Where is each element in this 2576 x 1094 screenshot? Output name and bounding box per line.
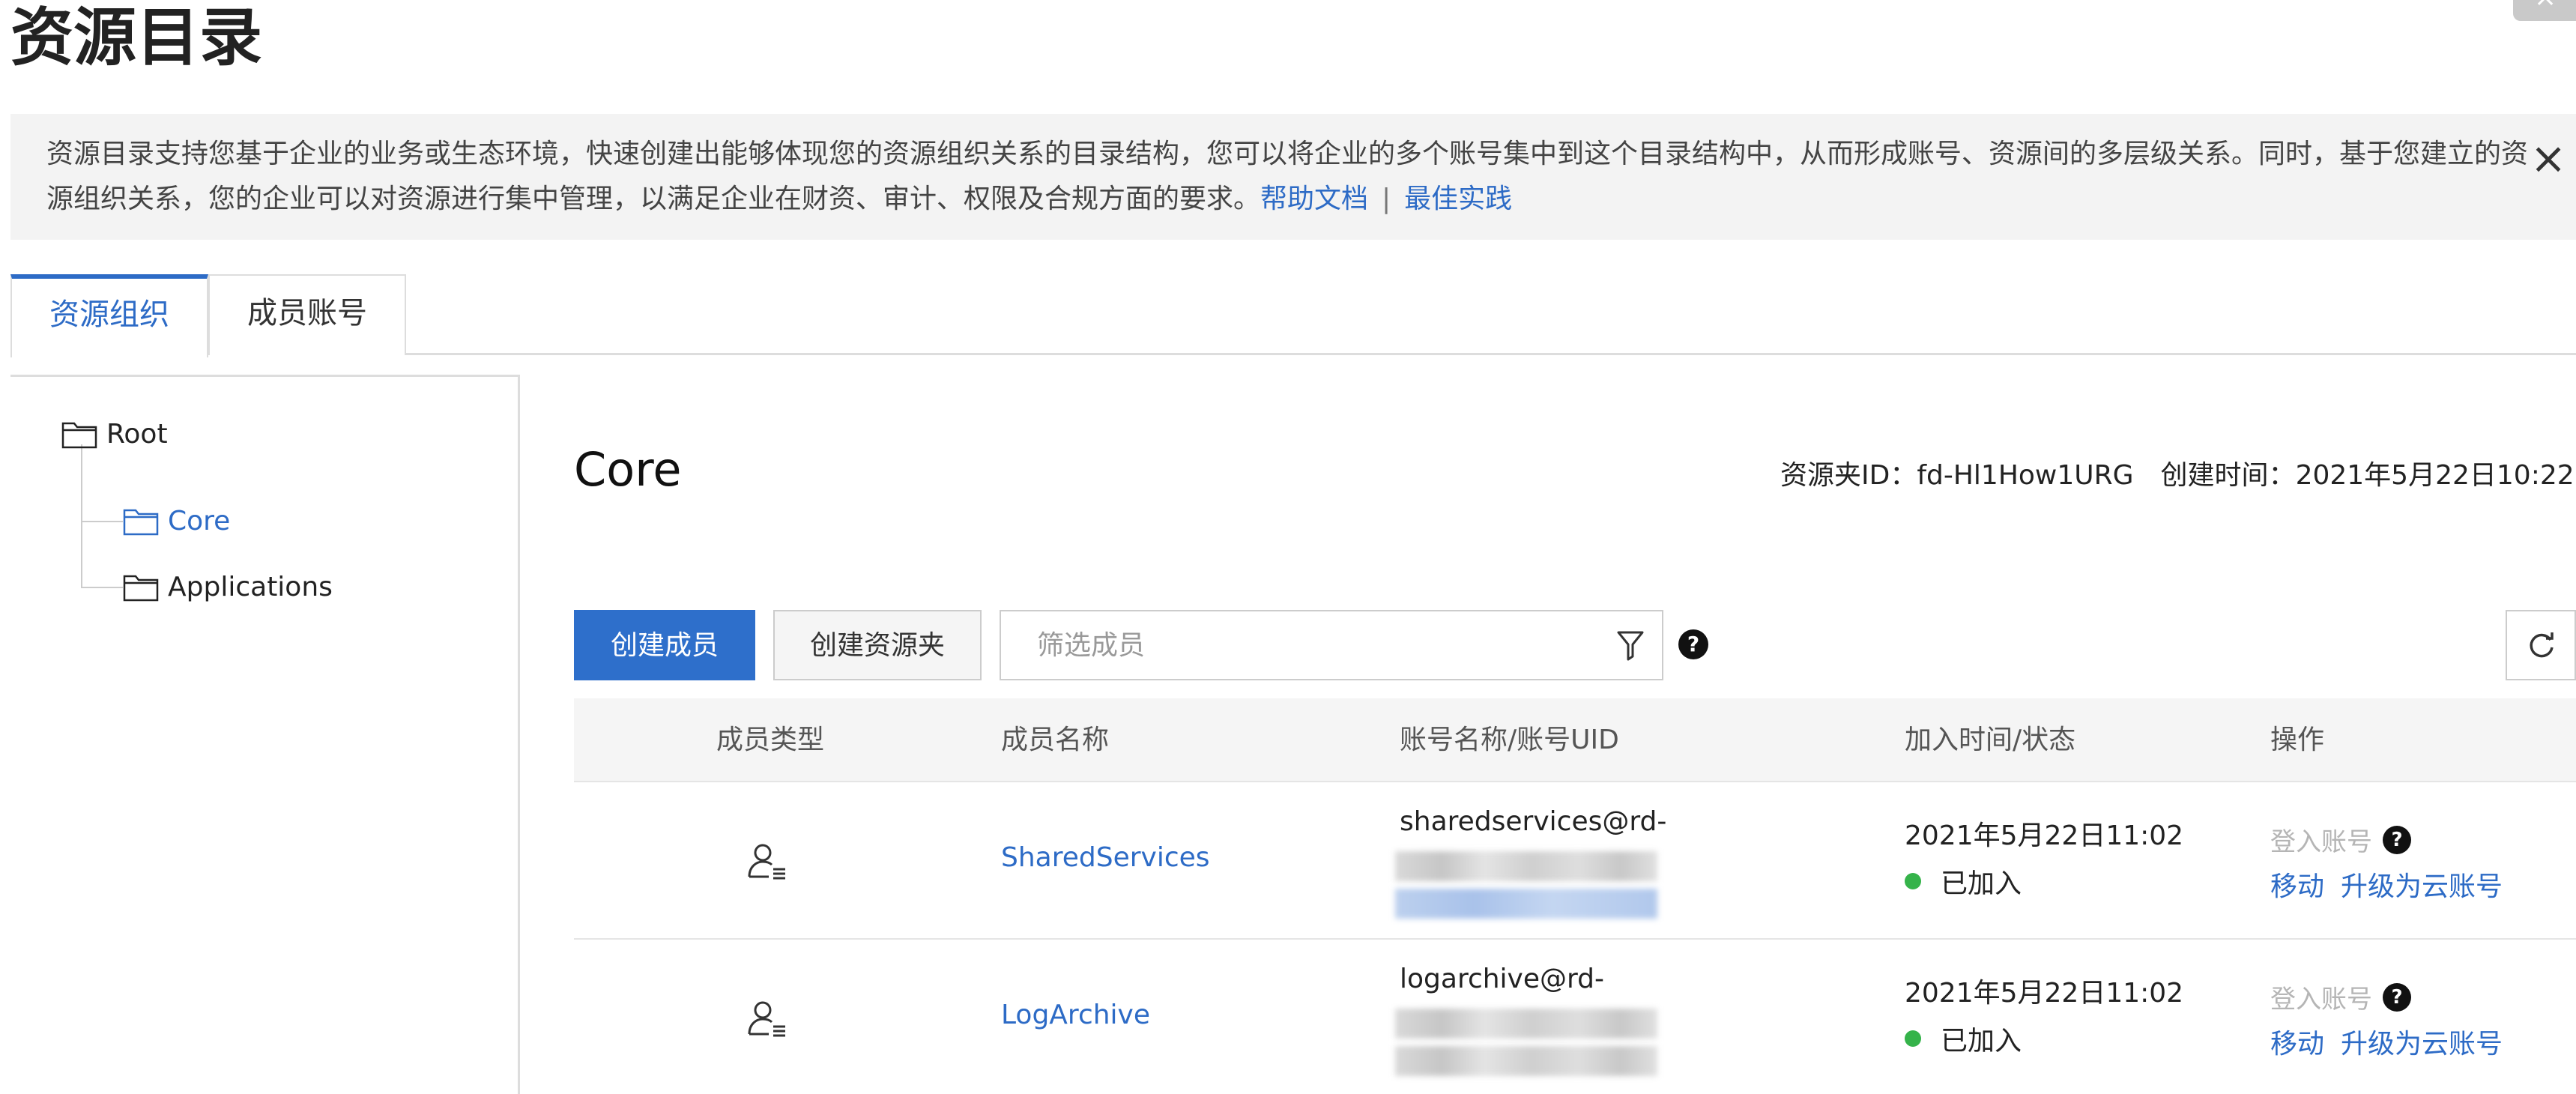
col-actions: 操作 xyxy=(2270,725,2325,755)
page-title: 资源目录 xyxy=(10,1,263,74)
account-cell: sharedservices@rd- xyxy=(1395,800,1669,923)
link-separator: | xyxy=(1382,184,1391,214)
help-icon[interactable]: ? xyxy=(1678,629,1708,659)
account-name: logarchive@rd- xyxy=(1400,964,1605,994)
tree-label-applications: Applications xyxy=(168,571,333,602)
refresh-icon xyxy=(2530,632,2554,658)
col-member-name: 成员名称 xyxy=(1001,725,1110,755)
member-filter-input[interactable] xyxy=(1003,613,1587,677)
row-actions: 移动 升级为云账号 xyxy=(2270,865,2519,904)
login-account-action[interactable]: 登入账号? xyxy=(2270,821,2411,858)
tree-node-root[interactable]: Root xyxy=(61,413,168,455)
login-account-action[interactable]: 登入账号? xyxy=(2270,979,2411,1015)
redacted-text xyxy=(1395,1009,1657,1039)
table-row: SharedServices sharedservices@rd- 2021年5… xyxy=(574,784,2576,940)
tab-bar: 资源组织 成员账号 xyxy=(10,274,2576,357)
help-icon[interactable]: ? xyxy=(2383,982,2411,1012)
window-close-button[interactable] xyxy=(2513,0,2576,21)
join-time: 2021年5月22日11:02 xyxy=(1905,820,2184,851)
refresh-button[interactable] xyxy=(2506,610,2576,680)
tree-node-core[interactable]: Core xyxy=(123,500,230,542)
user-list-icon xyxy=(748,844,785,880)
tree-label-root: Root xyxy=(106,418,168,450)
tree-label-core: Core xyxy=(168,505,231,537)
table-row: LogArchive logarchive@rd- 2021年5月22日11:0… xyxy=(574,941,2576,1094)
help-doc-link[interactable]: 帮助文档 xyxy=(1260,184,1368,214)
help-icon[interactable]: ? xyxy=(2383,825,2411,854)
folder-icon xyxy=(61,422,97,449)
redacted-uid xyxy=(1395,1046,1657,1076)
folder-id-value: fd-Hl1How1URG xyxy=(1917,460,2134,491)
created-value: 2021年5月22日10:22:20 xyxy=(2295,460,2576,491)
status-dot xyxy=(1905,1030,1921,1047)
tab-member-accounts[interactable]: 成员账号 xyxy=(208,274,406,355)
best-practice-link[interactable]: 最佳实践 xyxy=(1404,184,1512,214)
table-header: 成员类型 成员名称 账号名称/账号UID 加入时间/状态 操作 xyxy=(574,698,2576,782)
upgrade-link[interactable]: 升级为云账号 xyxy=(2341,1029,2503,1060)
created-label: 创建时间： xyxy=(2160,460,2296,491)
account-cell: logarchive@rd- xyxy=(1395,958,1669,1081)
folder-tree-panel: Root Core Applications xyxy=(10,375,520,1094)
col-account: 账号名称/账号UID xyxy=(1400,725,1619,755)
folder-open-icon xyxy=(123,509,159,536)
redacted-text xyxy=(1395,851,1657,881)
filter-icon[interactable] xyxy=(1615,629,1645,662)
create-folder-button[interactable]: 创建资源夹 xyxy=(773,610,982,680)
close-icon[interactable]: × xyxy=(2527,136,2570,180)
move-link[interactable]: 移动 xyxy=(2270,1029,2324,1060)
notice-text: 资源目录支持您基于企业的业务或生态环境，快速创建出能够体现您的资源组织关系的目录… xyxy=(46,132,2534,222)
member-filter-box xyxy=(1000,610,1663,680)
redacted-uid xyxy=(1395,889,1657,919)
create-member-button[interactable]: 创建成员 xyxy=(574,610,755,680)
folder-title: Core xyxy=(574,442,682,497)
folder-id-label: 资源夹ID： xyxy=(1780,460,1917,491)
login-label: 登入账号 xyxy=(2270,985,2372,1015)
row-actions: 移动 升级为云账号 xyxy=(2270,1022,2519,1061)
col-join-status: 加入时间/状态 xyxy=(1905,725,2076,755)
member-name-link[interactable]: SharedServices xyxy=(1001,842,1210,873)
col-member-type: 成员类型 xyxy=(716,725,825,755)
info-notice: 资源目录支持您基于企业的业务或生态环境，快速创建出能够体现您的资源组织关系的目录… xyxy=(10,114,2576,240)
member-name-link[interactable]: LogArchive xyxy=(1001,1000,1150,1030)
move-link[interactable]: 移动 xyxy=(2270,871,2324,902)
login-label: 登入账号 xyxy=(2270,827,2372,857)
tab-resource-org[interactable]: 资源组织 xyxy=(10,274,208,357)
folder-icon xyxy=(123,575,159,602)
join-status: 已加入 xyxy=(1905,862,2022,901)
status-text: 已加入 xyxy=(1941,868,2022,899)
join-status: 已加入 xyxy=(1905,1019,2022,1058)
join-time: 2021年5月22日11:02 xyxy=(1905,978,2184,1009)
user-list-icon xyxy=(748,1001,785,1037)
account-name: sharedservices@rd- xyxy=(1400,806,1667,837)
tree-node-applications[interactable]: Applications xyxy=(123,566,333,608)
status-text: 已加入 xyxy=(1941,1026,2022,1057)
status-dot xyxy=(1905,873,1921,889)
upgrade-link[interactable]: 升级为云账号 xyxy=(2341,871,2503,902)
folder-meta: 资源夹ID：fd-Hl1How1URG 创建时间：2021年5月22日10:22:… xyxy=(1780,453,2576,492)
